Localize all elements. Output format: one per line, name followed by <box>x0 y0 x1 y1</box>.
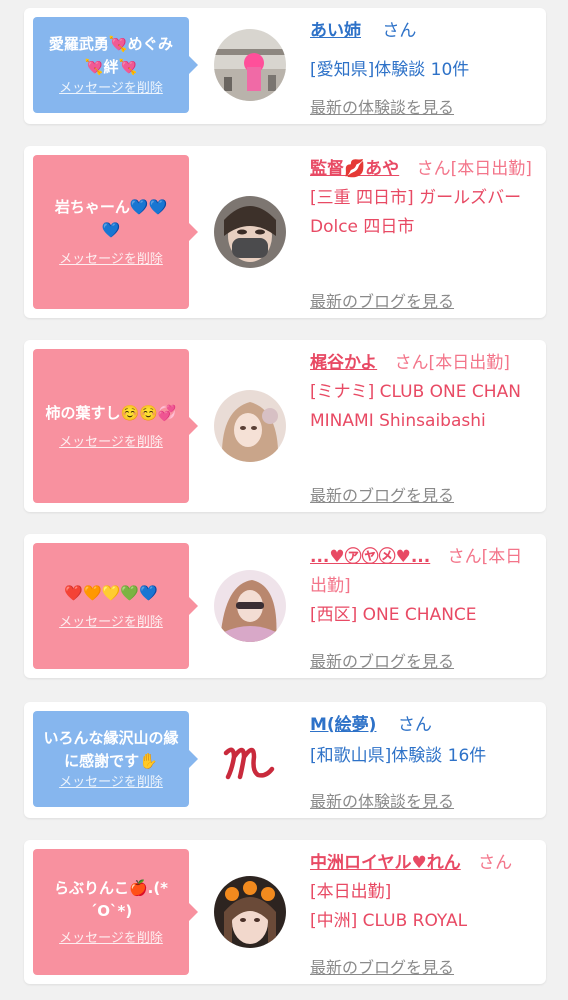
latest-blog-link[interactable]: 最新のブログを見る <box>310 647 454 676</box>
message-text: 岩ちゃーん💙💙💙 <box>54 198 168 239</box>
cast-detail: [西区] ONE CHANCE <box>310 605 477 625</box>
avatar-photo-icon <box>214 876 286 948</box>
delete-message-link[interactable]: メッセージを削除 <box>59 931 163 947</box>
list-item: ❤️🧡💛💚💙 メッセージを削除 ...♥㋐㋳㋱♥... さん[本日出勤] [西区… <box>24 534 546 678</box>
message-text: らぶりんこ🍎.(*´O`*) <box>53 879 169 920</box>
avatar[interactable] <box>214 876 286 948</box>
cast-info: あい姉 さん [愛知県]体験談 10件 最新の体験談を見る <box>310 17 534 117</box>
latest-blog-link[interactable]: 最新のブログを見る <box>310 481 454 510</box>
message-bubble: ❤️🧡💛💚💙 メッセージを削除 <box>33 543 198 669</box>
work-status: [本日出勤] <box>310 882 392 902</box>
message-bubble: いろんな縁沢山の縁に感謝です✋ メッセージを削除 <box>33 711 198 807</box>
m-logo-icon <box>214 723 286 795</box>
cast-info: ...♥㋐㋳㋱♥... さん[本日出勤] [西区] ONE CHANCE 最新の… <box>310 543 534 671</box>
cast-name[interactable]: 梶谷かよ <box>310 353 377 373</box>
list-item: らぶりんこ🍎.(*´O`*) メッセージを削除 中洲ロイヤル♥れん さん [本日… <box>24 840 546 984</box>
cast-detail: [ミナミ] CLUB ONE CHAN MINAMI Shinsaibashi <box>310 382 521 431</box>
delete-message-link[interactable]: メッセージを削除 <box>59 81 163 97</box>
cast-name[interactable]: 中洲ロイヤル♥れん <box>310 853 461 873</box>
list-item: 岩ちゃーん💙💙💙 メッセージを削除 監督💋あや さん[本日出勤] [三重 四日市… <box>24 146 546 318</box>
avatar-photo-icon <box>214 29 286 101</box>
message-list: 愛羅武勇💘めぐみ💘絆💘 メッセージを削除 あい姉 さん [愛知県]体験談 10件… <box>0 0 568 1000</box>
message-bubble: 愛羅武勇💘めぐみ💘絆💘 メッセージを削除 <box>33 17 198 113</box>
delete-message-link[interactable]: メッセージを削除 <box>59 615 163 631</box>
delete-message-link[interactable]: メッセージを削除 <box>59 775 163 791</box>
honorific: さん <box>397 715 432 735</box>
cast-detail: [三重 四日市] ガールズバー Dolce 四日市 <box>310 188 522 237</box>
honorific: さん <box>478 853 513 873</box>
list-item: いろんな縁沢山の縁に感謝です✋ メッセージを削除 M(絵夢) さん [和歌山県]… <box>24 702 546 818</box>
list-item: 柿の葉すし☺️☺️💞 メッセージを削除 梶谷かよ さん[本日出勤] [ミナミ] … <box>24 340 546 512</box>
cast-info: M(絵夢) さん [和歌山県]体験談 16件 最新の体験談を見る <box>310 711 534 811</box>
cast-info: 監督💋あや さん[本日出勤] [三重 四日市] ガールズバー Dolce 四日市… <box>310 155 534 311</box>
avatar[interactable] <box>214 723 286 795</box>
latest-blog-link[interactable]: 最新のブログを見る <box>310 953 454 982</box>
cast-name[interactable]: あい姉 <box>310 21 361 41</box>
delete-message-link[interactable]: メッセージを削除 <box>59 252 163 268</box>
message-text: 柿の葉すし☺️☺️💞 <box>45 403 177 422</box>
latest-reviews-link[interactable]: 最新の体験談を見る <box>310 93 454 122</box>
message-bubble: 柿の葉すし☺️☺️💞 メッセージを削除 <box>33 349 198 503</box>
cast-detail: [和歌山県]体験談 16件 <box>310 746 487 766</box>
avatar-photo-icon <box>214 196 286 268</box>
message-text: ❤️🧡💛💚💙 <box>64 583 158 602</box>
cast-name[interactable]: 監督💋あや <box>310 159 399 179</box>
cast-name[interactable]: ...♥㋐㋳㋱♥... <box>310 547 430 567</box>
cast-detail: [愛知県]体験談 10件 <box>310 60 470 80</box>
message-bubble: らぶりんこ🍎.(*´O`*) メッセージを削除 <box>33 849 198 975</box>
avatar[interactable] <box>214 390 286 462</box>
avatar-photo-icon <box>214 570 286 642</box>
delete-message-link[interactable]: メッセージを削除 <box>59 435 163 451</box>
message-text: いろんな縁沢山の縁に感謝です✋ <box>43 729 179 770</box>
avatar[interactable] <box>214 29 286 101</box>
list-item: 愛羅武勇💘めぐみ💘絆💘 メッセージを削除 あい姉 さん [愛知県]体験談 10件… <box>24 8 546 124</box>
message-text: 愛羅武勇💘めぐみ💘絆💘 <box>48 35 174 76</box>
honorific: さん[本日出勤] <box>416 159 532 179</box>
avatar-photo-icon <box>214 390 286 462</box>
avatar[interactable] <box>214 196 286 268</box>
cast-info: 中洲ロイヤル♥れん さん [本日出勤] [中洲] CLUB ROYAL 最新のブ… <box>310 849 534 977</box>
honorific: さん <box>382 21 417 41</box>
message-bubble: 岩ちゃーん💙💙💙 メッセージを削除 <box>33 155 198 309</box>
avatar[interactable] <box>214 570 286 642</box>
honorific: さん[本日出勤] <box>394 353 510 373</box>
latest-reviews-link[interactable]: 最新の体験談を見る <box>310 787 454 816</box>
cast-info: 梶谷かよ さん[本日出勤] [ミナミ] CLUB ONE CHAN MINAMI… <box>310 349 534 505</box>
latest-blog-link[interactable]: 最新のブログを見る <box>310 287 454 316</box>
cast-name[interactable]: M(絵夢) <box>310 715 376 735</box>
cast-detail: [中洲] CLUB ROYAL <box>310 911 468 931</box>
